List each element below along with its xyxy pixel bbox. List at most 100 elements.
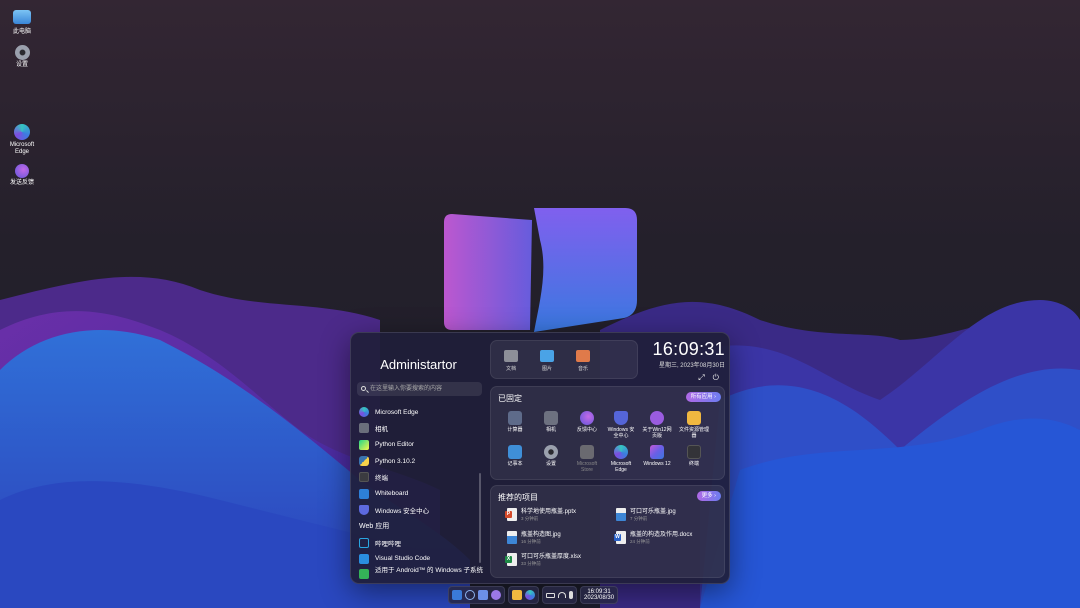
recommended-file[interactable]: 瓶盖构造图.jpg 16 分钟前: [507, 531, 617, 545]
shield-icon: [614, 411, 628, 425]
clock-date: 星期三, 2023年08月30日: [658, 363, 725, 369]
edge-icon[interactable]: [525, 590, 535, 600]
battery-icon: [546, 592, 555, 598]
explorer-icon[interactable]: [512, 590, 522, 600]
start-menu: Administartor 在这里输入你要搜索的内容 Microsoft Edg…: [350, 332, 730, 584]
pinned-camera[interactable]: 相机: [536, 411, 566, 434]
recommended-file[interactable]: W 瓶盖的构造及作用.docx 24 分钟前: [614, 531, 726, 545]
image-file-icon: [616, 508, 626, 521]
desktop-icon-feedback[interactable]: 发送反馈: [4, 164, 40, 187]
pinned-section: 已固定 所有应用 › 计算器 相机 反馈中心 Windows 安全中心 关于Wi…: [490, 386, 725, 480]
app-item-camera[interactable]: 相机: [359, 420, 484, 436]
edge-icon: [14, 124, 30, 140]
taskbar-group-main: [448, 586, 505, 604]
app-item-python-editor[interactable]: Python Editor: [359, 437, 484, 453]
app-item-whiteboard[interactable]: Whiteboard: [359, 485, 484, 501]
edge-icon: [359, 407, 369, 418]
all-apps-button[interactable]: 所有应用 ›: [685, 392, 721, 402]
recommended-file[interactable]: X 可口可乐瓶盖厚度.xlsx 33 分钟前: [505, 553, 617, 567]
pycharm-icon: [359, 439, 369, 450]
image-file-icon: [507, 531, 517, 544]
feedback-icon: [580, 411, 594, 425]
folder-music-icon: [576, 350, 590, 362]
monitor-icon: [13, 10, 31, 24]
app-item-wsa[interactable]: 适用于 Android™ 的 Windows 子系统: [359, 567, 484, 581]
quick-item-documents[interactable]: 文档: [497, 350, 525, 372]
folder-docs-icon: [504, 350, 518, 362]
terminal-icon: [687, 445, 701, 459]
camera-icon: [544, 411, 558, 425]
quick-item-pictures[interactable]: 图片: [533, 350, 561, 372]
quick-item-music[interactable]: 音乐: [569, 350, 597, 372]
quick-folders: 文档 图片 音乐: [490, 340, 638, 379]
gear-icon: [544, 445, 558, 459]
system-tray[interactable]: [542, 586, 577, 604]
recommended-file[interactable]: 可口可乐瓶盖.jpg 7 分钟前: [616, 508, 726, 522]
start-icon[interactable]: [452, 590, 462, 600]
app-item-python[interactable]: Python 3.10.2: [359, 453, 484, 469]
clock-time: 16:09:31: [652, 339, 725, 359]
pinned-about-win12[interactable]: 关于Win12网页版: [642, 411, 672, 440]
bluetooth-icon: [569, 591, 573, 599]
pinned-notepad[interactable]: 记事本: [500, 445, 530, 468]
word-icon: W: [614, 534, 621, 541]
calculator-icon: [508, 411, 522, 425]
app-item-vscode[interactable]: Visual Studio Code: [359, 551, 484, 567]
pinned-windows12[interactable]: Windows 12: [642, 445, 672, 468]
bilibili-icon: [359, 537, 369, 548]
notepad-icon: [508, 445, 522, 459]
taskbar-clock[interactable]: 16:09:31 2023/08/30: [580, 586, 619, 604]
app-item-security[interactable]: Windows 安全中心: [359, 502, 484, 518]
pinned-calculator[interactable]: 计算器: [500, 411, 530, 434]
shield-icon: [359, 504, 369, 515]
desktop-icon-settings[interactable]: 设置: [4, 45, 40, 69]
search-input[interactable]: 在这里输入你要搜索的内容: [357, 382, 482, 396]
desktop-icon-this-pc[interactable]: 此电脑: [4, 10, 40, 36]
desktop-icon-edge[interactable]: Microsoft Edge: [4, 124, 40, 156]
gear-icon: [14, 45, 30, 60]
app-list: Microsoft Edge 相机 Python Editor Python 3…: [359, 404, 484, 581]
pinned-settings[interactable]: 设置: [536, 445, 566, 468]
recommended-section: 推荐的项目 更多 › P 科学地使用瓶盖.pptx 3 分钟前 可口可乐瓶盖.jpg…: [490, 485, 725, 578]
taskbar: 16:09:31 2023/08/30: [448, 586, 632, 604]
expand-icon[interactable]: ⤢: [698, 373, 704, 383]
app-item-edge[interactable]: Microsoft Edge: [359, 404, 484, 420]
camera-icon: [359, 423, 369, 434]
copilot-icon[interactable]: [491, 590, 501, 600]
pinned-store[interactable]: Microsoft Store: [572, 445, 602, 474]
more-button[interactable]: 更多 ›: [696, 491, 721, 501]
user-name[interactable]: Administartor: [351, 357, 486, 372]
feedback-icon: [15, 164, 29, 178]
python-icon: [359, 456, 369, 467]
android-icon: [359, 568, 369, 579]
info-icon: [650, 411, 664, 425]
app-group-web: Web 应用: [359, 523, 390, 531]
pinned-terminal[interactable]: 终端: [679, 445, 709, 468]
windows-icon: [650, 445, 664, 459]
store-icon: [580, 445, 594, 459]
folder-pictures-icon: [540, 350, 554, 362]
wifi-icon: [558, 592, 566, 598]
app-list-scrollbar[interactable]: [479, 473, 481, 563]
app-item-bilibili[interactable]: 哔哩哔哩: [359, 534, 484, 550]
excel-icon: X: [505, 556, 512, 563]
start-clock: 16:09:31 星期三, 2023年08月30日 ⤢ ⏻: [647, 339, 725, 383]
vscode-icon: [359, 553, 369, 564]
pinned-edge[interactable]: Microsoft Edge: [606, 445, 636, 474]
recommended-file[interactable]: P 科学地使用瓶盖.pptx 3 分钟前: [505, 508, 617, 522]
power-icon[interactable]: ⏻: [713, 373, 719, 383]
search-icon[interactable]: [465, 590, 475, 600]
search-icon: [361, 386, 366, 391]
start-left-panel: Administartor 在这里输入你要搜索的内容 Microsoft Edg…: [351, 333, 486, 583]
terminal-icon: [359, 472, 369, 483]
whiteboard-icon: [359, 488, 369, 499]
widgets-icon[interactable]: [478, 590, 488, 600]
pinned-file-explorer[interactable]: 文件资源管理器: [679, 411, 709, 440]
app-item-terminal[interactable]: 终端: [359, 469, 484, 485]
folder-icon: [687, 411, 701, 425]
edge-icon: [614, 445, 628, 459]
pinned-feedback[interactable]: 反馈中心: [572, 411, 602, 434]
pinned-security[interactable]: Windows 安全中心: [606, 411, 636, 440]
powerpoint-icon: P: [505, 511, 512, 518]
pinned-title: 已固定: [498, 394, 522, 403]
